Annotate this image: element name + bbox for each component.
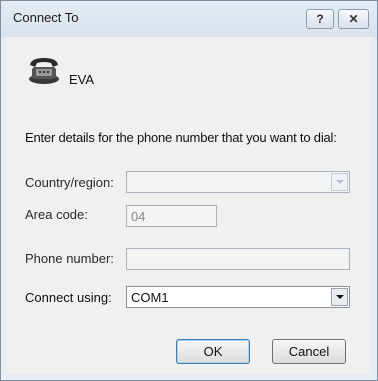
connect-using-value: COM1: [131, 290, 169, 305]
connect-using-label: Connect using:: [25, 290, 112, 305]
ok-button[interactable]: OK: [176, 339, 250, 364]
connect-using-dropdown-button[interactable]: [331, 288, 348, 306]
dialog-body: EVA Enter details for the phone number t…: [7, 37, 371, 374]
instruction-text: Enter details for the phone number that …: [25, 130, 337, 145]
area-code-value: 04: [131, 209, 146, 224]
phone-number-input[interactable]: [126, 248, 350, 270]
close-button[interactable]: ✕: [338, 9, 369, 29]
phone-icon: [29, 58, 59, 84]
area-code-input[interactable]: 04: [126, 205, 217, 227]
help-button[interactable]: ?: [306, 9, 334, 29]
phone-number-label: Phone number:: [25, 251, 114, 266]
connection-name: EVA: [69, 72, 95, 87]
chevron-down-icon: [335, 295, 344, 299]
connect-to-dialog: Connect To ? ✕ EVA Enter details for the…: [0, 0, 378, 381]
title-bar: Connect To ? ✕: [1, 1, 377, 37]
country-select[interactable]: [126, 171, 350, 193]
chevron-down-icon: [335, 180, 344, 184]
cancel-button[interactable]: Cancel: [272, 339, 346, 364]
country-dropdown-button[interactable]: [331, 173, 348, 191]
area-code-label: Area code:: [25, 207, 88, 222]
connect-using-select[interactable]: COM1: [126, 286, 350, 308]
country-label: Country/region:: [25, 175, 114, 190]
dialog-title: Connect To: [13, 10, 79, 25]
